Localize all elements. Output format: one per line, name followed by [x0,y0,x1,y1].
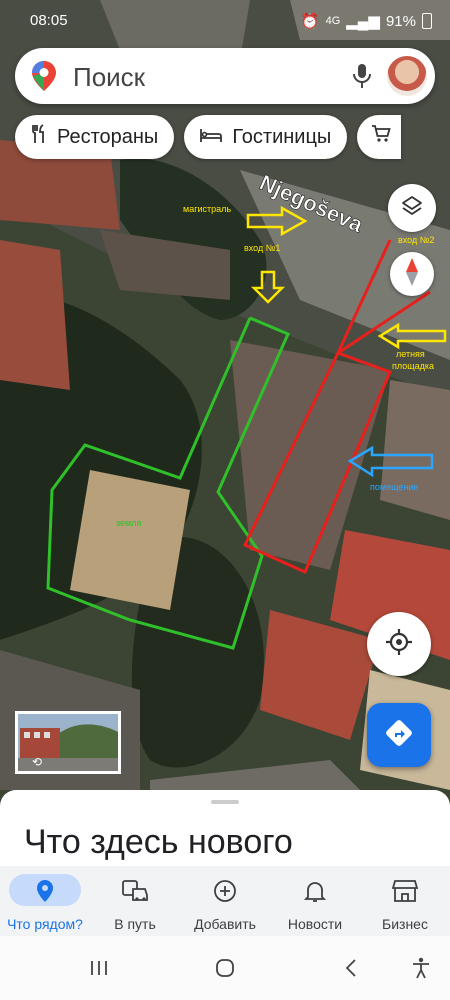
nav-label: Бизнес [382,916,428,932]
directions-icon [384,718,414,753]
nav-commute[interactable]: В путь [90,866,180,936]
bottom-navigation: Что рядом? В путь Добавить Новости Бизне… [0,866,450,936]
layers-button[interactable] [388,184,436,232]
nav-label: В путь [114,916,156,932]
cart-icon [371,125,392,149]
highway-label: магистраль [183,204,231,214]
battery-icon [422,13,432,29]
sheet-drag-handle[interactable] [211,800,239,804]
directions-button[interactable] [367,703,431,767]
category-chips: Рестораны Гостиницы [15,115,402,161]
land-label: земля [116,518,141,528]
home-icon[interactable] [210,956,240,980]
chip-shopping[interactable] [357,115,402,159]
nav-label: Что рядом? [7,916,83,932]
my-location-button[interactable] [367,612,431,676]
chip-label: Рестораны [57,125,159,148]
summer-terrace-label-1: летняя [396,349,425,359]
battery-label: 91% [385,12,416,30]
search-input[interactable]: Поиск [73,62,145,93]
compass-icon [405,257,419,292]
bottom-sheet[interactable]: Что здесь нового [0,790,450,870]
search-bar[interactable]: Поиск [15,48,435,104]
chip-hotels[interactable]: Гостиницы [184,115,348,159]
sheet-title: Что здесь нового [24,823,293,861]
signal-icon: ▂▄▆ [346,13,380,30]
compass-button[interactable] [390,252,434,296]
nav-label: Новости [287,916,343,932]
entrance1-label: вход №1 [244,243,280,253]
bed-icon [200,126,223,149]
add-circle-icon [213,876,237,906]
location-pin-icon [36,876,54,906]
nav-updates[interactable]: Новости [270,866,360,936]
crosshair-icon [384,627,414,662]
chip-restaurants[interactable]: Рестораны [15,115,175,159]
street-view-thumbnail[interactable]: ⟲ [15,711,121,774]
recent-apps-icon[interactable] [84,956,114,980]
nav-contribute[interactable]: Добавить [180,866,270,936]
entrance2-label: вход №2 [398,235,434,245]
layers-icon [401,195,423,222]
nav-explore[interactable]: Что рядом? [0,866,90,936]
microphone-icon[interactable] [351,63,373,94]
system-navigation-bar [0,936,450,1000]
status-bar: 08:05 ⏰ 4G ▂▄▆ 91% [0,0,450,44]
commute-icon [121,876,149,906]
nav-label: Добавить [194,916,256,932]
accessibility-icon[interactable] [406,956,436,980]
status-time: 08:05 [30,12,68,29]
premises-label: помещение [370,482,418,492]
nav-business[interactable]: Бизнес [360,866,450,936]
maps-pin-icon [31,60,57,97]
storefront-icon [392,876,418,906]
bell-icon [304,876,326,906]
summer-terrace-label-2: площадка [392,361,434,371]
avatar[interactable] [387,56,427,96]
street-view-360-icon: ⟲ [32,755,43,769]
back-icon[interactable] [336,956,366,980]
alarm-icon: ⏰ [300,13,320,30]
chip-label: Гостиницы [232,125,332,148]
fork-knife-icon [31,124,47,150]
network-label: 4G [325,15,341,27]
